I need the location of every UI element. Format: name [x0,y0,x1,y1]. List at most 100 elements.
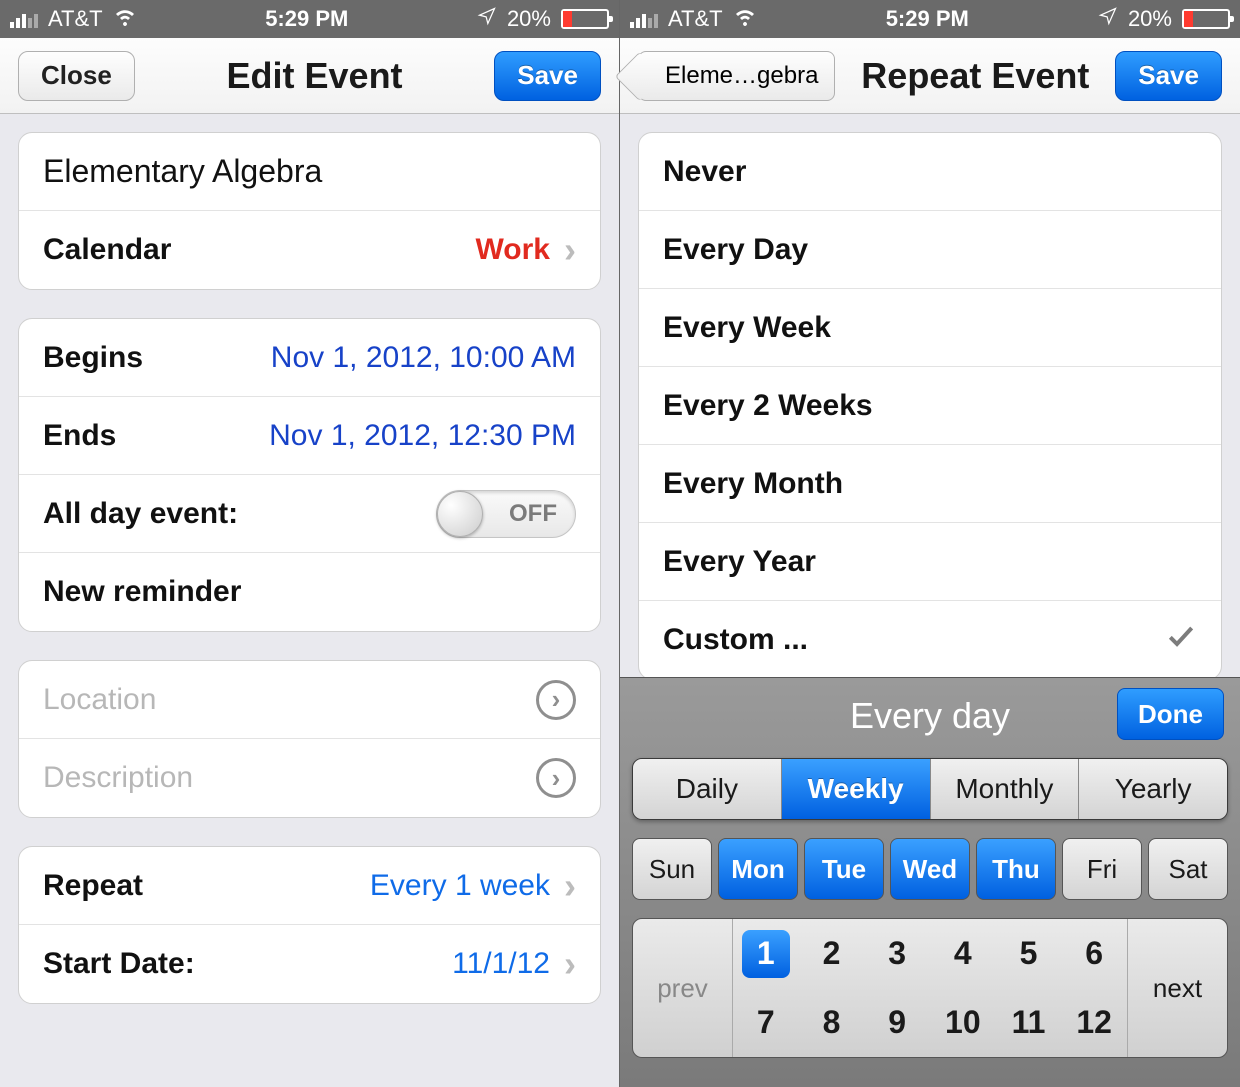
clock-label: 5:29 PM [886,6,969,32]
day-fri[interactable]: Fri [1062,838,1142,900]
repeat-option-label: Custom ... [663,623,808,657]
interval-6[interactable]: 6 [1070,930,1118,978]
repeat-option[interactable]: Custom ... [639,601,1221,679]
ends-row[interactable]: Ends Nov 1, 2012, 12:30 PM [19,397,600,475]
interval-8[interactable]: 8 [807,999,855,1047]
picker-title: Every day [850,695,1010,737]
repeat-value: Every 1 week [370,869,550,903]
chevron-right-icon: › [536,680,576,720]
day-tue[interactable]: Tue [804,838,884,900]
content: Elementary Algebra Calendar Work › Begin… [0,114,619,1087]
battery-percent: 20% [507,6,551,32]
interval-3[interactable]: 3 [873,930,921,978]
check-icon [1165,620,1197,660]
start-date-value: 11/1/12 [452,947,550,981]
description-row[interactable]: Description › [19,739,600,817]
calendar-value: Work [476,233,550,267]
day-thu[interactable]: Thu [976,838,1056,900]
day-mon[interactable]: Mon [718,838,798,900]
repeat-option[interactable]: Every Year [639,523,1221,601]
interval-5[interactable]: 5 [1004,930,1052,978]
calendar-row[interactable]: Calendar Work › [19,211,600,289]
begins-row[interactable]: Begins Nov 1, 2012, 10:00 AM [19,319,600,397]
description-placeholder: Description [43,761,193,795]
signal-icon [630,10,658,28]
signal-icon [10,10,38,28]
number-panel: prev 123456789101112 next [632,918,1228,1058]
day-sun[interactable]: Sun [632,838,712,900]
next-button[interactable]: next [1127,919,1227,1057]
chevron-right-icon: › [536,758,576,798]
close-button[interactable]: Close [18,51,135,101]
freq-yearly[interactable]: Yearly [1079,759,1227,819]
start-date-row[interactable]: Start Date: 11/1/12 › [19,925,600,1003]
battery-icon [561,9,609,29]
repeat-option-label: Never [663,155,746,189]
location-icon [477,6,497,32]
freq-weekly[interactable]: Weekly [782,759,931,819]
repeat-row[interactable]: Repeat Every 1 week › [19,847,600,925]
done-button[interactable]: Done [1117,688,1224,740]
wifi-icon [113,4,137,34]
repeat-option-label: Every Month [663,467,843,501]
status-bar: AT&T 5:29 PM 20% [620,0,1240,38]
new-reminder-label: New reminder [43,575,241,609]
day-sat[interactable]: Sat [1148,838,1228,900]
calendar-label: Calendar [43,233,171,267]
new-reminder-row[interactable]: New reminder [19,553,600,631]
start-date-label: Start Date: [43,947,195,981]
save-button[interactable]: Save [494,51,601,101]
freq-daily[interactable]: Daily [633,759,782,819]
custom-repeat-picker: Every day Done DailyWeeklyMonthlyYearly … [620,677,1240,1087]
begins-value: Nov 1, 2012, 10:00 AM [271,341,576,375]
chevron-right-icon: › [564,865,576,907]
back-button[interactable]: Eleme…gebra [638,51,835,101]
interval-11[interactable]: 11 [1004,999,1052,1047]
wifi-icon [733,4,757,34]
clock-label: 5:29 PM [265,6,348,32]
interval-2[interactable]: 2 [807,930,855,978]
ends-value: Nov 1, 2012, 12:30 PM [269,419,576,453]
nav-bar: Close Edit Event Save [0,38,619,114]
prev-button[interactable]: prev [633,919,733,1057]
repeat-event-screen: AT&T 5:29 PM 20% Eleme…gebra Repeat Even… [620,0,1240,1087]
frequency-segmented-control: DailyWeeklyMonthlyYearly [632,758,1228,820]
interval-12[interactable]: 12 [1070,999,1118,1047]
repeat-option[interactable]: Every Week [639,289,1221,367]
ends-label: Ends [43,419,116,453]
page-title: Repeat Event [861,55,1089,97]
interval-7[interactable]: 7 [742,999,790,1047]
allday-label: All day event: [43,497,238,531]
repeat-options-list: Never Every Day Every Week Every 2 Weeks Eve… [638,132,1222,680]
carrier-label: AT&T [48,6,103,32]
repeat-option-label: Every 2 Weeks [663,389,873,423]
chevron-right-icon: › [564,943,576,985]
interval-1[interactable]: 1 [742,930,790,978]
repeat-option[interactable]: Every Day [639,211,1221,289]
chevron-right-icon: › [564,229,576,271]
repeat-option-label: Every Day [663,233,808,267]
toggle-text: OFF [509,500,557,528]
carrier-label: AT&T [668,6,723,32]
battery-percent: 20% [1128,6,1172,32]
status-bar: AT&T 5:29 PM 20% [0,0,619,38]
interval-4[interactable]: 4 [939,930,987,978]
freq-monthly[interactable]: Monthly [931,759,1080,819]
nav-bar: Eleme…gebra Repeat Event Save [620,38,1240,114]
event-title-field[interactable]: Elementary Algebra [19,133,600,211]
repeat-option[interactable]: Every Month [639,445,1221,523]
allday-toggle[interactable]: OFF [436,490,576,538]
page-title: Edit Event [227,55,403,97]
day-wed[interactable]: Wed [890,838,970,900]
repeat-option[interactable]: Every 2 Weeks [639,367,1221,445]
weekday-buttons: SunMonTueWedThuFriSat [632,838,1228,900]
repeat-option[interactable]: Never [639,133,1221,211]
interval-9[interactable]: 9 [873,999,921,1047]
repeat-option-label: Every Week [663,311,831,345]
back-label: Eleme…gebra [665,62,818,90]
battery-icon [1182,9,1230,29]
save-button[interactable]: Save [1115,51,1222,101]
location-row[interactable]: Location › [19,661,600,739]
repeat-label: Repeat [43,869,143,903]
interval-10[interactable]: 10 [939,999,987,1047]
